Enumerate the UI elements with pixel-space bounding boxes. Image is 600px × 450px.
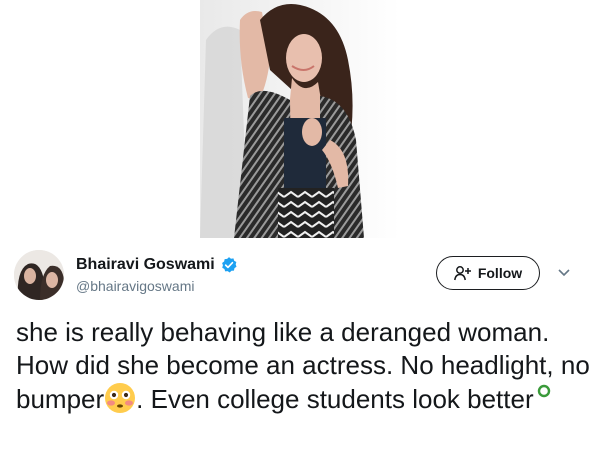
add-user-icon [453,266,471,281]
tweet-media[interactable] [0,0,600,238]
author-handle[interactable]: @bhairavigoswami [76,278,194,294]
green-circle-emoji-icon [537,384,550,398]
tweet-text-part2: . Even college students look better [136,384,534,414]
woman-photo-image [200,0,400,238]
tweet-text: she is really behaving like a deranged w… [16,316,591,416]
avatar-image [14,250,64,300]
verified-badge-icon [221,257,237,273]
author-display-name[interactable]: Bhairavi Goswami [76,256,215,274]
follow-button[interactable]: Follow [436,256,540,290]
chevron-down-icon[interactable] [557,268,571,278]
media-photo[interactable] [200,0,400,238]
flushed-face-emoji-icon [105,383,136,413]
avatar[interactable] [14,250,64,300]
follow-button-label: Follow [477,265,523,281]
tweet-header: Bhairavi Goswami @bhairavigoswami Follow [0,244,600,304]
author-name-line: Bhairavi Goswami [76,256,238,274]
